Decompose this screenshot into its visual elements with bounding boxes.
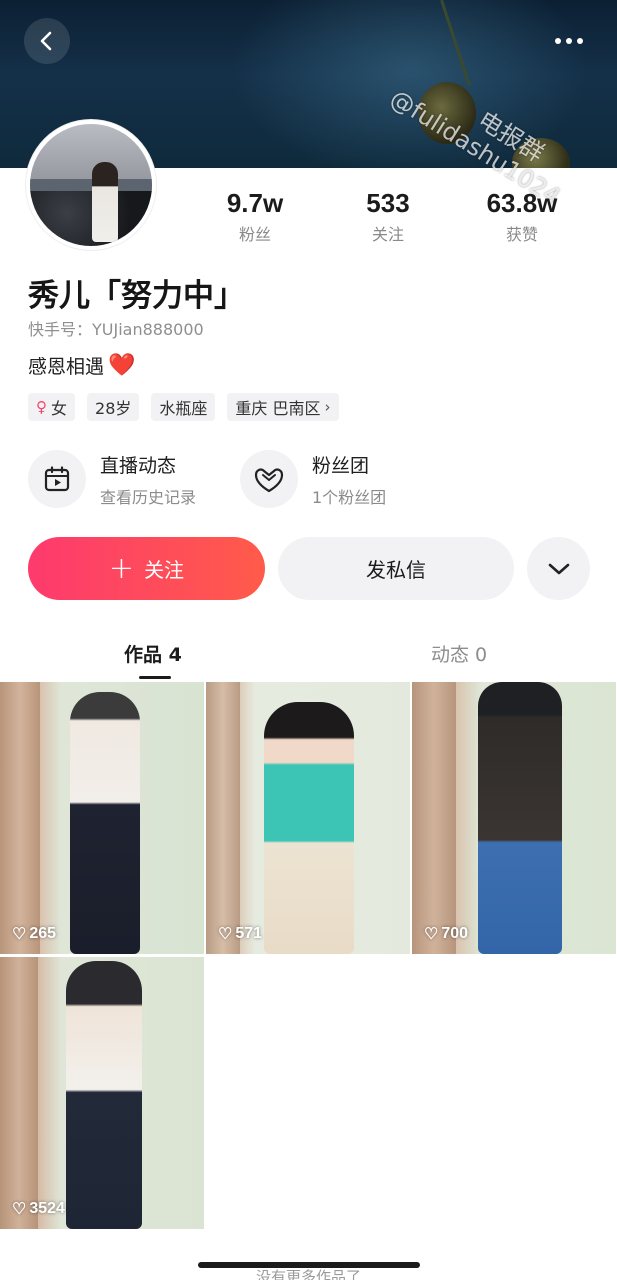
back-button[interactable] — [24, 18, 70, 64]
stat-likes-label: 获赞 — [505, 225, 538, 244]
bio-text: 感恩相遇 — [28, 356, 105, 378]
like-count: ♡ 3524 — [12, 1200, 65, 1218]
tab-dynamics[interactable]: 动态 0 — [431, 640, 487, 667]
no-more-works-text: 没有更多作品了 — [255, 1268, 361, 1280]
more-actions-button[interactable] — [527, 537, 590, 600]
work-item[interactable]: ♡ 700 — [412, 682, 616, 954]
live-history-entry[interactable]: 直播动态 查看历史记录 — [28, 450, 196, 508]
tag-age: 28岁 — [87, 393, 140, 421]
stat-likes[interactable]: 63.8w 获赞 — [462, 188, 582, 245]
stat-following-label: 关注 — [371, 225, 404, 244]
calendar-play-icon — [28, 450, 86, 508]
live-history-title: 直播动态 — [100, 454, 177, 477]
chevron-down-icon — [548, 563, 569, 574]
like-count: ♡ 265 — [12, 925, 57, 943]
more-dots-icon — [555, 38, 583, 44]
plus-icon: + — [108, 550, 135, 586]
tab-works[interactable]: 作品 4 — [124, 640, 182, 667]
stat-following-value: 533 — [366, 188, 410, 218]
stat-fans-label: 粉丝 — [238, 225, 271, 244]
stat-likes-value: 63.8w — [486, 188, 558, 218]
female-icon: ♀ — [36, 398, 47, 416]
heart-outline-icon: ♡ — [424, 926, 439, 943]
active-tab-indicator — [139, 676, 171, 679]
like-count: ♡ 700 — [424, 925, 469, 943]
stat-following[interactable]: 533 关注 — [328, 188, 448, 245]
work-item[interactable]: ♡ 3524 — [0, 957, 204, 1229]
fan-group-subtitle: 1个粉丝团 — [312, 487, 387, 507]
kuaishou-id[interactable]: 快手号：YUJian888000 — [28, 316, 204, 340]
tag-zodiac: 水瓶座 — [151, 393, 216, 421]
avatar[interactable] — [26, 120, 156, 250]
fan-group-title: 粉丝团 — [312, 454, 370, 477]
work-item[interactable]: ♡ 571 — [206, 682, 410, 954]
heart-emoji-icon: ❤️ — [108, 353, 136, 378]
profile-bio: 感恩相遇 ❤️ — [28, 352, 135, 379]
message-button[interactable]: 发私信 — [278, 537, 514, 600]
profile-tags: ♀ 女 28岁 水瓶座 重庆 巴南区 › — [28, 393, 339, 421]
chevron-left-icon — [40, 31, 52, 51]
chevron-right-icon: › — [324, 398, 331, 416]
heart-outline-icon: ♡ — [218, 926, 233, 943]
more-button[interactable] — [546, 18, 592, 64]
heart-badge-icon — [240, 450, 298, 508]
heart-outline-icon: ♡ — [12, 926, 27, 943]
stat-fans[interactable]: 9.7w 粉丝 — [195, 188, 315, 245]
live-history-subtitle: 查看历史记录 — [100, 487, 197, 507]
heart-outline-icon: ♡ — [12, 1201, 27, 1218]
follow-button[interactable]: + 关注 — [28, 537, 265, 600]
stat-fans-value: 9.7w — [226, 188, 284, 218]
profile-name: 秀儿「努力中」 — [28, 278, 245, 314]
fan-group-entry[interactable]: 粉丝团 1个粉丝团 — [240, 450, 386, 508]
like-count: ♡ 571 — [218, 925, 263, 943]
tag-location[interactable]: 重庆 巴南区 › — [227, 393, 339, 421]
tag-gender: ♀ 女 — [28, 393, 76, 421]
work-item[interactable]: ♡ 265 — [0, 682, 204, 954]
home-indicator[interactable] — [198, 1262, 420, 1268]
